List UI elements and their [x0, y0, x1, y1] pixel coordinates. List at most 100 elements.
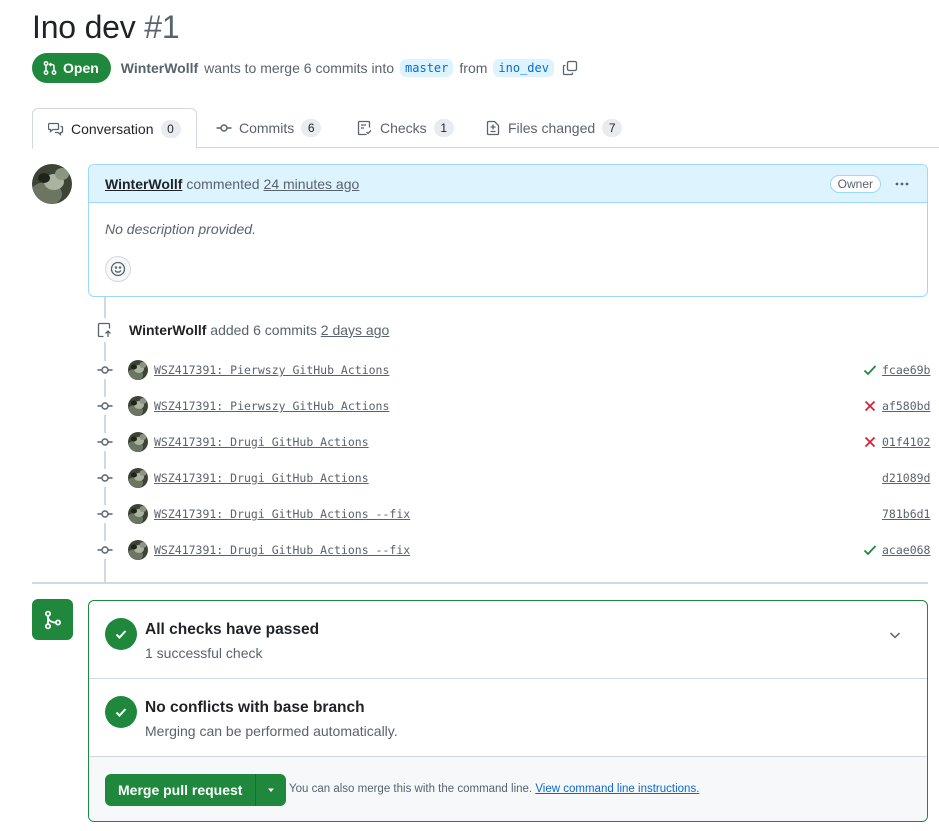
commit-author-avatar[interactable] — [128, 360, 148, 380]
event-action: added 6 commits — [210, 322, 317, 338]
state-badge: Open — [32, 53, 111, 83]
pr-author[interactable]: WinterWollf — [121, 60, 198, 76]
commit-sha[interactable]: 01f4102 — [882, 435, 930, 449]
commit-sha[interactable]: d21089d — [882, 471, 930, 485]
merge-pull-request-button[interactable]: Merge pull request — [105, 774, 257, 806]
commit-message[interactable]: WSZ417391: Drugi GitHub Actions --fix — [154, 507, 410, 521]
file-diff-icon — [486, 120, 500, 136]
cli-instructions-link[interactable]: View command line instructions. — [535, 783, 699, 795]
commit-sha[interactable]: 781b6d1 — [882, 507, 930, 521]
kebab-menu-icon[interactable] — [893, 176, 911, 192]
merge-options-button[interactable] — [256, 774, 287, 806]
commit-message[interactable]: WSZ417391: Drugi GitHub Actions — [154, 435, 369, 449]
commit-row[interactable]: WSZ417391: Pierwszy GitHub Actions af580b… — [96, 394, 930, 418]
comment-action: commented — [186, 175, 260, 192]
tab-label: Commits — [239, 120, 295, 136]
comment-body: No description provided. — [105, 221, 256, 237]
commit-node-icon — [96, 541, 114, 559]
commit-sha[interactable]: af580bd — [882, 399, 930, 413]
merge-box: All checks have passed 1 successful chec… — [88, 600, 928, 822]
comment-time[interactable]: 24 minutes ago — [264, 176, 360, 192]
commit-author-avatar[interactable] — [128, 396, 148, 416]
conflicts-title: No conflicts with base branch — [145, 699, 365, 716]
commit-node-icon — [96, 433, 114, 451]
base-branch[interactable]: master — [400, 59, 454, 77]
checklist-icon — [357, 120, 372, 136]
tab-counter: 0 — [160, 119, 181, 138]
head-branch[interactable]: ino_dev — [493, 59, 554, 77]
commit-sha[interactable]: fcae69b — [882, 363, 930, 377]
commit-node-icon — [96, 361, 114, 379]
cli-text: You can also merge this with the command… — [289, 783, 533, 795]
avatar[interactable] — [32, 164, 72, 204]
commit-author-avatar[interactable] — [128, 432, 148, 452]
state-label: Open — [63, 60, 99, 76]
checks-title: All checks have passed — [145, 621, 320, 638]
comment-header: WinterWollf commented 24 minutes ago Own… — [89, 165, 927, 203]
commit-message[interactable]: WSZ417391: Pierwszy GitHub Actions — [154, 363, 389, 377]
triangle-down-icon — [268, 788, 275, 792]
commit-icon — [216, 124, 232, 132]
x-icon[interactable] — [862, 398, 878, 414]
check-circle-icon — [105, 696, 137, 728]
add-reaction-button[interactable] — [105, 256, 131, 282]
commit-author-avatar[interactable] — [128, 468, 148, 488]
commit-node-icon — [96, 397, 114, 415]
check-icon[interactable] — [862, 542, 878, 558]
tab-checks[interactable]: Checks 1 — [357, 108, 454, 148]
event-author[interactable]: WinterWollf — [129, 322, 206, 338]
tab-label: Conversation — [71, 120, 154, 137]
pr-summary: wants to merge 6 commits into — [204, 60, 395, 76]
tab-counter: 6 — [301, 119, 322, 137]
checks-section[interactable]: All checks have passed 1 successful chec… — [89, 601, 927, 679]
commit-message[interactable]: WSZ417391: Drugi GitHub Actions — [154, 471, 369, 485]
git-merge-icon — [32, 599, 73, 640]
pr-number: #1 — [144, 9, 180, 45]
pr-meta: Open WinterWollf wants to merge 6 commit… — [32, 53, 578, 83]
commit-node-icon — [96, 469, 114, 487]
tab-label: Checks — [380, 120, 427, 136]
commit-row[interactable]: WSZ417391: Drugi GitHub Actions d21089d — [96, 466, 930, 490]
merge-button-group: Merge pull request — [105, 774, 287, 806]
tab-commits[interactable]: Commits 6 — [216, 108, 322, 148]
commit-row[interactable]: WSZ417391: Drugi GitHub Actions --fix 781… — [96, 502, 930, 526]
commit-author-avatar[interactable] — [128, 540, 148, 560]
commit-row[interactable]: WSZ417391: Drugi GitHub Actions --fix aca… — [96, 538, 930, 562]
cli-hint: You can also merge this with the command… — [289, 783, 699, 795]
commit-row[interactable]: WSZ417391: Drugi GitHub Actions 01f4102 — [96, 430, 930, 454]
tab-files-changed[interactable]: Files changed 7 — [485, 108, 623, 148]
owner-badge: Owner — [829, 174, 881, 193]
merge-footer: Merge pull request You can also merge th… — [89, 757, 927, 821]
pr-description-comment: WinterWollf commented 24 minutes ago Own… — [88, 164, 928, 297]
comment-author[interactable]: WinterWollf — [105, 176, 182, 192]
commit-row[interactable]: WSZ417391: Pierwszy GitHub Actions fcae69… — [96, 358, 930, 382]
check-icon[interactable] — [862, 362, 878, 378]
pr-tabs: Conversation 0 Commits 6 Checks 1 Files … — [32, 108, 939, 149]
x-icon[interactable] — [862, 434, 878, 450]
tab-counter: 1 — [433, 119, 454, 137]
from-label: from — [459, 60, 488, 76]
commit-message[interactable]: WSZ417391: Drugi GitHub Actions --fix — [154, 543, 410, 557]
tab-label: Files changed — [508, 120, 596, 136]
commit-node-icon — [96, 505, 114, 523]
smiley-icon — [110, 261, 126, 277]
conflicts-subtitle: Merging can be performed automatically. — [145, 723, 398, 739]
timeline-divider — [32, 582, 928, 584]
pr-title-text: Ino dev — [32, 9, 136, 45]
chevron-down-icon[interactable] — [887, 627, 903, 646]
comment-discussion-icon — [48, 122, 64, 136]
event-time[interactable]: 2 days ago — [321, 322, 390, 338]
repo-push-icon — [93, 318, 117, 342]
check-circle-icon — [105, 618, 137, 650]
pr-title: Ino dev #1 — [32, 6, 180, 48]
pull-request-icon — [43, 61, 57, 75]
conflicts-section: No conflicts with base branch Merging ca… — [89, 679, 927, 757]
checks-subtitle: 1 successful check — [145, 645, 263, 661]
commits-added-event: WinterWollf added 6 commits 2 days ago — [93, 316, 389, 344]
tab-counter: 7 — [602, 119, 623, 137]
copy-icon[interactable] — [562, 60, 578, 76]
commit-message[interactable]: WSZ417391: Pierwszy GitHub Actions — [154, 399, 389, 413]
tab-conversation[interactable]: Conversation 0 — [32, 108, 197, 149]
commit-sha[interactable]: acae068 — [882, 543, 930, 557]
commit-author-avatar[interactable] — [128, 504, 148, 524]
